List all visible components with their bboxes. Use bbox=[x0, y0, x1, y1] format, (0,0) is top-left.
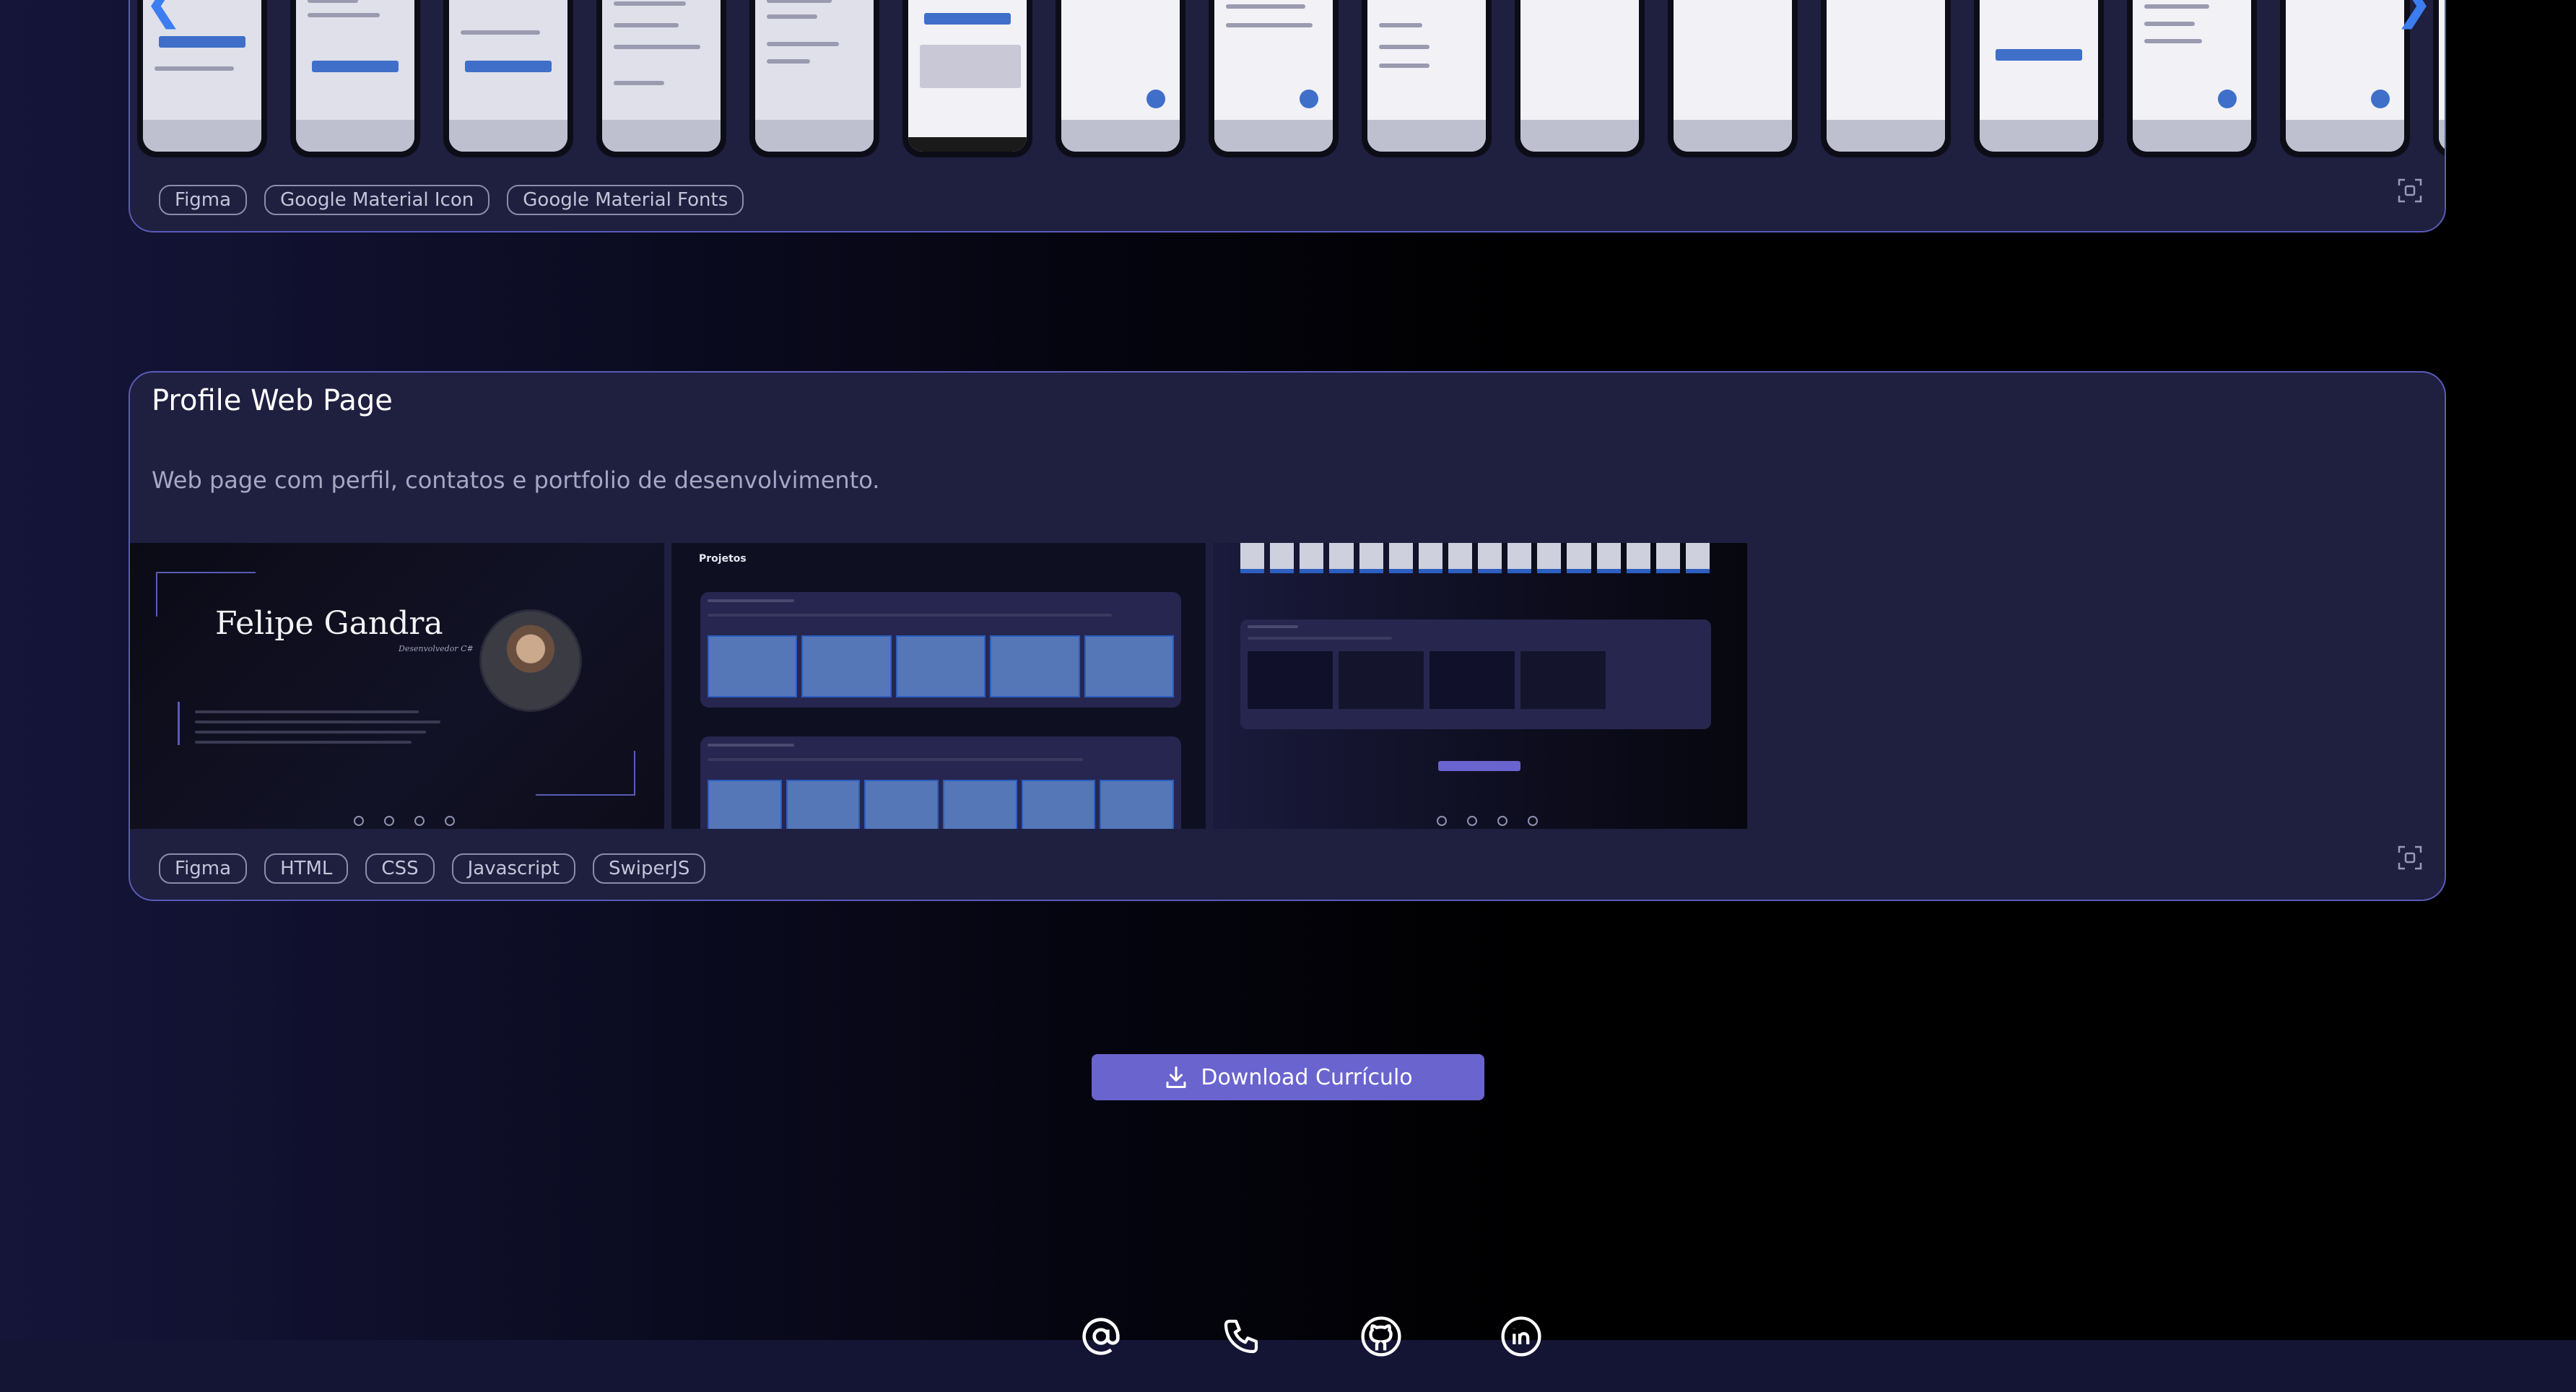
carousel-slide[interactable] bbox=[1209, 0, 1339, 157]
linkedin-link[interactable] bbox=[1499, 1314, 1544, 1359]
carousel-slide[interactable] bbox=[2127, 0, 2257, 157]
carousel-slide[interactable] bbox=[1515, 0, 1645, 157]
tag: Javascript bbox=[451, 853, 575, 884]
carousel-slide[interactable] bbox=[1668, 0, 1798, 157]
carousel-next-button[interactable]: ❯ bbox=[2394, 0, 2433, 26]
project-title: Profile Web Page bbox=[152, 384, 393, 417]
carousel-slide[interactable] bbox=[1362, 0, 1492, 157]
carousel-slide[interactable] bbox=[2280, 0, 2410, 157]
project-card-profile-web-page: Profile Web Page Web page com perfil, co… bbox=[129, 371, 2446, 901]
download-icon bbox=[1166, 1066, 1186, 1088]
preview-gallery[interactable]: Felipe Gandra Desenvolvedor C# Projetos bbox=[130, 543, 1747, 829]
preview-projects-heading: Projetos bbox=[699, 553, 747, 565]
carousel-slide[interactable] bbox=[290, 0, 420, 157]
download-label: Download Currículo bbox=[1201, 1064, 1413, 1090]
preview-profile-hero[interactable]: Felipe Gandra Desenvolvedor C# bbox=[130, 543, 664, 829]
carousel-slide[interactable] bbox=[1056, 0, 1185, 157]
carousel-track bbox=[137, 0, 2445, 157]
github-icon bbox=[1361, 1316, 1401, 1357]
download-resume-button[interactable]: Download Currículo bbox=[1092, 1054, 1484, 1100]
fullscreen-icon[interactable] bbox=[2397, 178, 2423, 204]
email-link[interactable] bbox=[1079, 1314, 1123, 1359]
carousel-prev-button[interactable]: ❮ bbox=[144, 0, 183, 26]
tag: Google Material Fonts bbox=[507, 185, 744, 215]
project-card-mobile-app: ❮ ❯ Figma Google Material Icon Google Ma… bbox=[129, 0, 2446, 232]
linkedin-icon bbox=[1501, 1316, 1541, 1357]
tag: Google Material Icon bbox=[264, 185, 490, 215]
tech-tags: Figma HTML CSS Javascript SwiperJS bbox=[159, 853, 706, 884]
contact-links bbox=[1079, 1314, 1544, 1359]
carousel-slide[interactable] bbox=[749, 0, 879, 157]
chevron-left-icon: ❮ bbox=[144, 0, 183, 30]
carousel-slide[interactable] bbox=[1974, 0, 2104, 157]
carousel-slide[interactable] bbox=[1821, 0, 1951, 157]
carousel-slide[interactable] bbox=[596, 0, 726, 157]
chevron-right-icon: ❯ bbox=[2394, 0, 2433, 30]
tag: Figma bbox=[159, 185, 248, 215]
preview-profile-name: Felipe Gandra bbox=[215, 605, 443, 642]
preview-portfolio-overview[interactable] bbox=[1213, 543, 1747, 829]
at-sign-icon bbox=[1082, 1318, 1120, 1355]
tech-tags: Figma Google Material Icon Google Materi… bbox=[159, 185, 744, 215]
phone-link[interactable] bbox=[1219, 1314, 1263, 1359]
project-description: Web page com perfil, contatos e portfoli… bbox=[152, 466, 880, 494]
carousel-slide[interactable] bbox=[902, 0, 1032, 157]
fullscreen-icon[interactable] bbox=[2397, 845, 2423, 871]
tag: HTML bbox=[264, 853, 349, 884]
screens-carousel[interactable]: ❮ ❯ bbox=[130, 0, 2445, 160]
carousel-slide[interactable] bbox=[2433, 0, 2445, 157]
preview-profile-role: Desenvolvedor C# bbox=[399, 644, 474, 653]
tag: CSS bbox=[365, 853, 435, 884]
github-link[interactable] bbox=[1359, 1314, 1404, 1359]
carousel-slide[interactable] bbox=[443, 0, 573, 157]
tag: SwiperJS bbox=[592, 853, 706, 884]
avatar bbox=[479, 609, 582, 712]
tag: Figma bbox=[159, 853, 248, 884]
preview-projects-section[interactable]: Projetos bbox=[671, 543, 1206, 829]
phone-icon bbox=[1224, 1319, 1258, 1354]
